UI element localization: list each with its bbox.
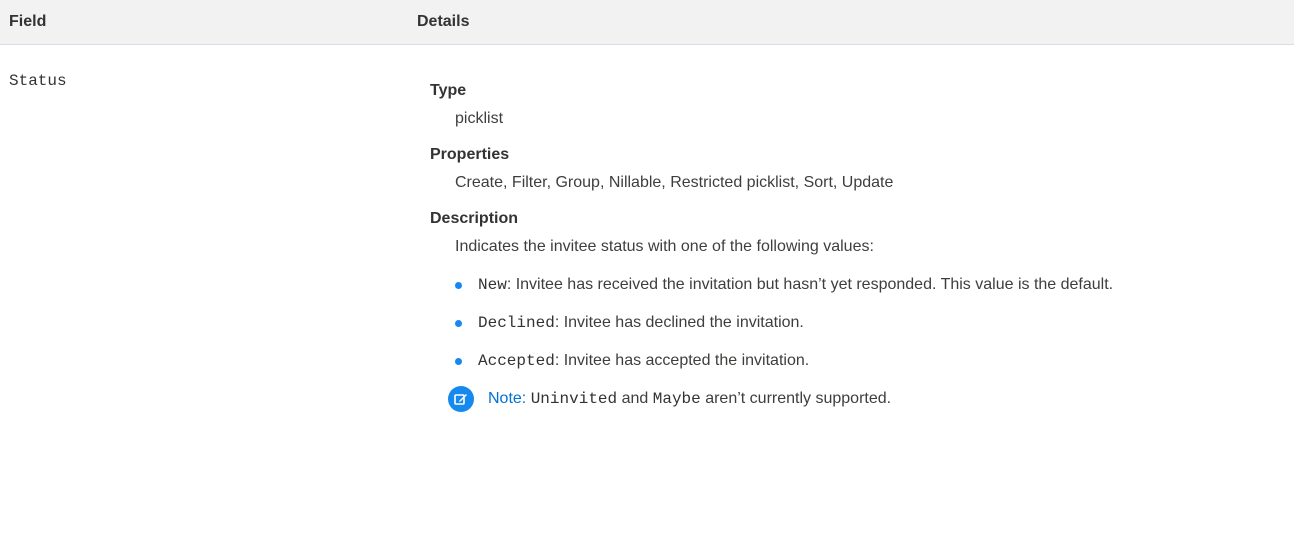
properties-label: Properties (430, 146, 510, 163)
bullet-icon (455, 320, 462, 327)
bullet-icon (455, 282, 462, 289)
value-text: : Invitee has received the invitation bu… (506, 276, 1114, 293)
type-label: Type (430, 82, 467, 99)
note-code-maybe: Maybe (652, 390, 701, 408)
table-header-row: Field Details (0, 0, 1294, 45)
bullet-icon (455, 358, 462, 365)
header-field: Field (9, 13, 47, 30)
type-value: picklist (455, 110, 504, 127)
pencil-square-icon (454, 394, 467, 405)
value-text: : Invitee has accepted the invitation. (554, 352, 810, 369)
field-name: Status (9, 72, 67, 90)
description-intro: Indicates the invitee status with one of… (455, 238, 874, 255)
note-code-uninvited: Uninvited (530, 390, 618, 408)
note-label: Note: (488, 390, 527, 407)
type-section: Type picklist (430, 81, 1280, 131)
table-row: Status Type picklist Properties Create, … (0, 45, 1294, 555)
edit-note-icon (448, 386, 474, 412)
field-details: Type picklist Properties Create, Filter,… (430, 81, 1280, 427)
field-details-table: Field Details Status Type picklist Prope… (0, 0, 1294, 555)
properties-value: Create, Filter, Group, Nillable, Restric… (455, 174, 894, 191)
description-label: Description (430, 210, 519, 227)
status-values-list: New: Invitee has received the invitation… (455, 271, 1280, 375)
description-section: Description Indicates the invitee status… (430, 209, 1280, 413)
value-code: Declined (478, 314, 555, 332)
properties-section: Properties Create, Filter, Group, Nillab… (430, 145, 1280, 195)
value-text: : Invitee has declined the invitation. (554, 314, 804, 331)
note-text: aren’t currently supported. (705, 390, 892, 407)
header-details: Details (417, 13, 470, 30)
list-item: New: Invitee has received the invitation… (455, 271, 1258, 299)
list-item: Declined: Invitee has declined the invit… (455, 309, 1258, 337)
list-item: Accepted: Invitee has accepted the invit… (455, 347, 1258, 375)
note-and: and (621, 390, 649, 407)
value-code: Accepted (478, 352, 555, 370)
value-code: New (478, 276, 507, 294)
note-callout: Note: Uninvited and Maybe aren’t current… (448, 385, 1280, 413)
